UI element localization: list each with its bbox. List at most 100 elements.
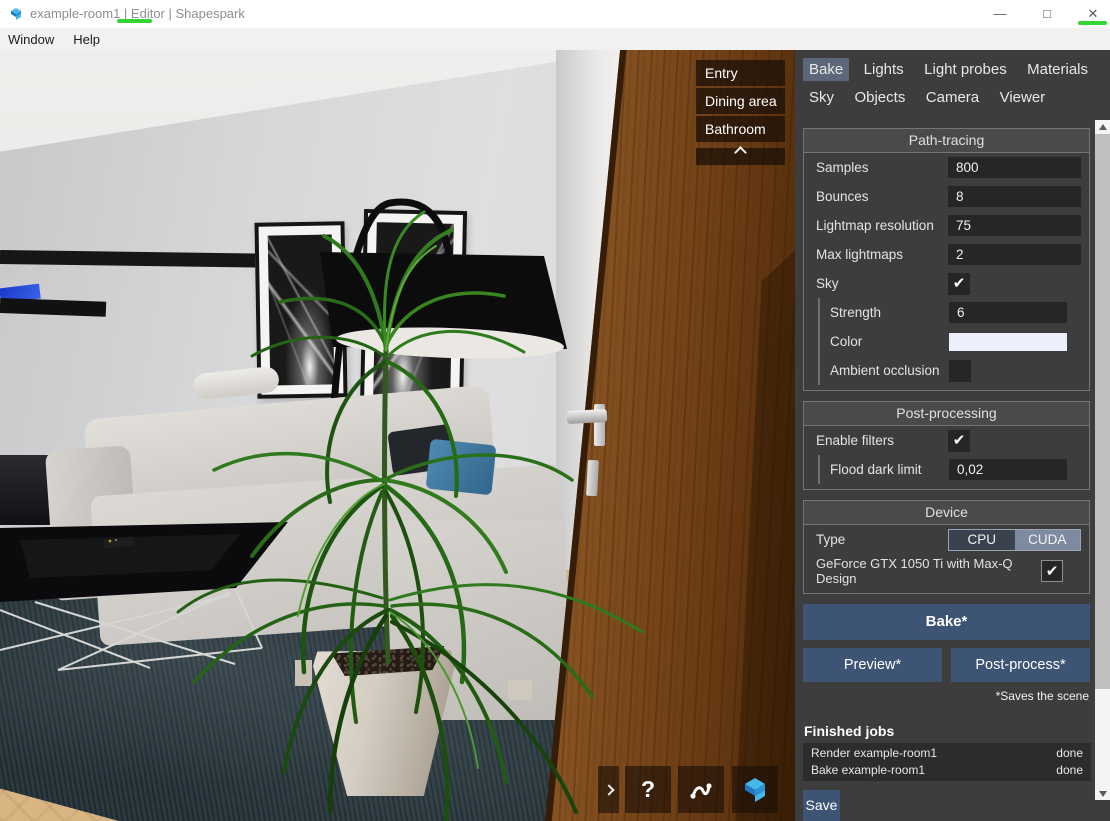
menu-window[interactable]: Window (8, 32, 54, 47)
job-name: Bake example-room1 (811, 763, 1056, 777)
device-type-cuda-option[interactable]: CUDA (1015, 530, 1081, 550)
check-icon: ✔ (953, 432, 966, 449)
color-row: Color (820, 327, 1075, 356)
strength-label: Strength (830, 305, 949, 320)
tab-lights[interactable]: Lights (858, 58, 910, 81)
scrollbar-thumb[interactable] (1095, 134, 1110, 689)
filters-subsettings: Flood dark limit 0,02 (818, 455, 1075, 484)
menu-help[interactable]: Help (73, 32, 100, 47)
bounces-label: Bounces (816, 189, 948, 204)
max-lightmaps-row: Max lightmaps 2 (804, 240, 1089, 269)
tab-objects[interactable]: Objects (848, 86, 911, 109)
panel-tab-bar: Bake Lights Light probes Materials Sky O… (795, 50, 1110, 116)
saves-scene-note: *Saves the scene (803, 689, 1089, 703)
path-tracing-header: Path-tracing (804, 129, 1089, 153)
secondary-actions-row: Preview* Post-process* (803, 648, 1090, 682)
3d-viewport[interactable]: Entry Dining area Bathroom ? (0, 50, 795, 821)
device-header: Device (804, 501, 1089, 525)
panel-scrollbar[interactable] (1095, 120, 1110, 800)
strength-input[interactable]: 6 (949, 302, 1067, 323)
tab-materials[interactable]: Materials (1021, 58, 1094, 81)
view-button-bathroom[interactable]: Bathroom (696, 116, 785, 142)
job-status: done (1056, 746, 1083, 760)
maximize-button[interactable]: □ (1032, 0, 1062, 28)
post-processing-section: Post-processing Enable filters ✔ Flood d… (803, 401, 1090, 490)
view-button-entry[interactable]: Entry (696, 60, 785, 86)
editor-underline-highlight (117, 19, 152, 23)
camera-path-icon (687, 776, 715, 804)
sky-row: Sky ✔ (804, 269, 1089, 298)
bake-button[interactable]: Bake* (803, 604, 1090, 640)
post-processing-header: Post-processing (804, 402, 1089, 426)
bounces-row: Bounces 8 (804, 182, 1089, 211)
chevron-right-icon (603, 784, 614, 795)
post-process-button[interactable]: Post-process* (951, 648, 1090, 682)
max-lightmaps-label: Max lightmaps (816, 247, 948, 262)
sky-label: Sky (816, 276, 948, 291)
shapespark-editor-window: example-room1 | Editor | Shapespark — □ … (0, 0, 1110, 821)
lightmap-resolution-row: Lightmap resolution 75 (804, 211, 1089, 240)
menu-bar: Window Help (0, 28, 1110, 50)
tab-sky[interactable]: Sky (803, 86, 840, 109)
max-lightmaps-input[interactable]: 2 (948, 244, 1081, 265)
title-bar: example-room1 | Editor | Shapespark — □ … (0, 0, 1110, 28)
tab-bake[interactable]: Bake (803, 58, 849, 81)
sky-checkbox[interactable]: ✔ (948, 273, 970, 295)
ambient-occlusion-label: Ambient occlusion (830, 363, 949, 378)
device-type-segmented: CPU CUDA (948, 529, 1081, 551)
finished-jobs-title: Finished jobs (804, 723, 1090, 739)
color-label: Color (830, 334, 949, 349)
device-type-row: Type CPU CUDA (804, 525, 1089, 554)
camera-views-stack: Entry Dining area Bathroom (696, 60, 785, 165)
shapespark-toolbar-button[interactable] (732, 766, 778, 813)
check-icon: ✔ (1046, 563, 1059, 580)
job-row: Bake example-room1 done (803, 762, 1091, 779)
samples-row: Samples 800 (804, 153, 1089, 182)
samples-label: Samples (816, 160, 948, 175)
tab-viewer[interactable]: Viewer (994, 86, 1052, 109)
enable-filters-checkbox[interactable]: ✔ (948, 430, 970, 452)
tab-camera[interactable]: Camera (920, 86, 985, 109)
sky-subsettings: Strength 6 Color Ambient occlusion (818, 298, 1075, 385)
gpu-row: GeForce GTX 1050 Ti with Max-Q Design ✔ (804, 554, 1089, 593)
flood-dark-limit-row: Flood dark limit 0,02 (820, 455, 1075, 484)
save-button[interactable]: Save (803, 790, 840, 821)
device-type-label: Type (816, 532, 948, 547)
scrollbar-down-arrow[interactable] (1095, 786, 1110, 800)
lightmap-resolution-input[interactable]: 75 (948, 215, 1081, 236)
shapespark-logo-icon (739, 774, 771, 806)
close-underline-highlight (1078, 21, 1107, 25)
scrollbar-up-arrow[interactable] (1095, 120, 1110, 134)
flood-dark-limit-label: Flood dark limit (830, 462, 949, 477)
gpu-checkbox[interactable]: ✔ (1041, 560, 1063, 582)
strength-row: Strength 6 (820, 298, 1075, 327)
window-title: example-room1 | Editor | Shapespark (30, 0, 245, 28)
scene-plant (0, 50, 795, 821)
views-collapse-button[interactable] (696, 148, 785, 165)
sky-color-swatch[interactable] (949, 333, 1067, 351)
path-tracing-section: Path-tracing Samples 800 Bounces 8 Light… (803, 128, 1090, 391)
toolbar-collapse-button[interactable] (598, 766, 619, 813)
help-button[interactable]: ? (625, 766, 671, 813)
minimize-button[interactable]: — (985, 0, 1015, 28)
job-row: Render example-room1 done (803, 745, 1091, 762)
view-button-dining-area[interactable]: Dining area (696, 88, 785, 114)
device-section: Device Type CPU CUDA GeForce GTX 1050 Ti… (803, 500, 1090, 594)
bounces-input[interactable]: 8 (948, 186, 1081, 207)
enable-filters-label: Enable filters (816, 433, 948, 448)
shapespark-logo-icon (8, 6, 24, 22)
finished-jobs-list: Render example-room1 done Bake example-r… (803, 743, 1091, 781)
ambient-occlusion-row: Ambient occlusion (820, 356, 1075, 385)
tab-light-probes[interactable]: Light probes (918, 58, 1013, 81)
gpu-label: GeForce GTX 1050 Ti with Max-Q Design (816, 556, 1041, 587)
ambient-occlusion-checkbox[interactable] (949, 360, 971, 382)
panel-scroll-area: Path-tracing Samples 800 Bounces 8 Light… (795, 120, 1095, 821)
preview-button[interactable]: Preview* (803, 648, 942, 682)
samples-input[interactable]: 800 (948, 157, 1081, 178)
job-name: Render example-room1 (811, 746, 1056, 760)
enable-filters-row: Enable filters ✔ (804, 426, 1089, 455)
check-icon: ✔ (953, 275, 966, 292)
flood-dark-limit-input[interactable]: 0,02 (949, 459, 1067, 480)
camera-path-button[interactable] (678, 766, 724, 813)
device-type-cpu-option[interactable]: CPU (949, 530, 1015, 550)
